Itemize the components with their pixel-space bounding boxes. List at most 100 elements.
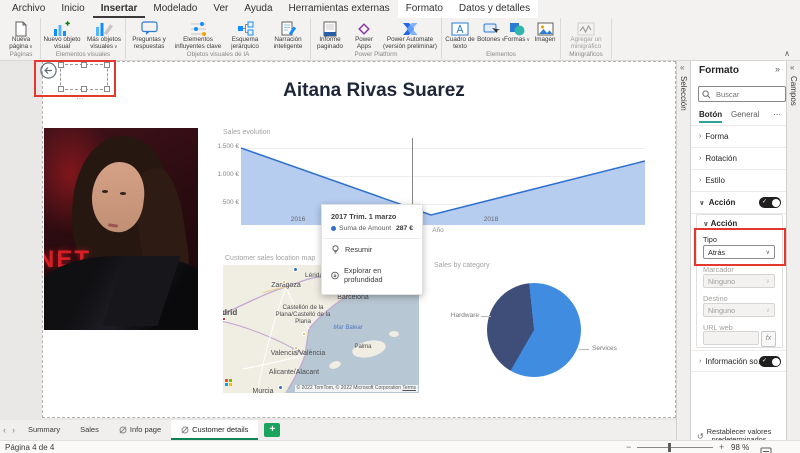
fields-pane-label: Campos: [789, 76, 798, 106]
paginated-report-button[interactable]: Informe paginado: [311, 18, 349, 51]
page-tab-summary[interactable]: Summary: [18, 420, 70, 440]
selection-handle[interactable]: [104, 86, 110, 92]
zoom-slider-thumb[interactable]: [668, 443, 671, 452]
informacion-toggle[interactable]: ✓: [759, 356, 781, 367]
tab-ayuda[interactable]: Ayuda: [236, 0, 280, 18]
pie-chart[interactable]: [487, 283, 581, 377]
shapes-button[interactable]: Formas: [504, 18, 530, 51]
toggle-knob: [772, 358, 780, 366]
subtab-general[interactable]: General: [731, 110, 759, 119]
fit-to-page-icon[interactable]: [760, 443, 772, 453]
tab-archivo[interactable]: Archivo: [4, 0, 53, 18]
pie-leader-line: [579, 349, 589, 350]
tab-inicio[interactable]: Inicio: [53, 0, 92, 18]
page-tab-sales[interactable]: Sales: [70, 420, 109, 440]
section-forma[interactable]: › Forma: [691, 126, 787, 148]
tab-formato[interactable]: Formato: [398, 0, 451, 18]
tab-ver[interactable]: Ver: [205, 0, 236, 18]
format-pane: Formato » Botón General ⋯ › Forma › Rota…: [690, 60, 787, 440]
tab-herramientas-externas[interactable]: Herramientas externas: [281, 0, 398, 18]
section-accion[interactable]: ∨ Acción ✓: [691, 192, 787, 214]
prev-page-arrow-icon[interactable]: ‹: [0, 420, 9, 440]
selection-handle[interactable]: [58, 62, 64, 68]
group-elementos: Cuadro de texto Botones Formas Imagen El…: [442, 18, 561, 59]
format-search-box[interactable]: [698, 86, 786, 102]
selection-pane-label: Selección: [679, 76, 688, 111]
section-estilo[interactable]: › Estilo: [691, 170, 787, 192]
chevron-right-icon: ›: [699, 358, 701, 365]
collapse-icon[interactable]: «: [790, 63, 794, 72]
decomposition-tree-button[interactable]: Esquema jerárquico: [224, 18, 266, 51]
collapse-icon[interactable]: «: [680, 63, 684, 72]
chevron-right-icon: ›: [699, 177, 701, 184]
datapoint-tooltip-menu: 2017 Trim. 1 marzo Suma de Amount 287 € …: [321, 204, 423, 295]
map-label-alicante: Alicante/Alacant: [269, 369, 319, 376]
back-button[interactable]: [40, 62, 58, 80]
search-input[interactable]: [714, 89, 778, 100]
menu-item-drill-down[interactable]: Explorar en profundidad: [322, 260, 422, 290]
more-visuals-label: Más objetos visuales: [83, 37, 125, 51]
toggle-knob: [772, 199, 780, 207]
power-automate-button[interactable]: Power Automate (versión preliminar): [379, 18, 441, 51]
power-apps-button[interactable]: Power Apps: [349, 18, 379, 51]
more-visuals-button[interactable]: Más objetos visuales: [83, 18, 125, 51]
y-tick-1500: 1.500 €: [199, 143, 239, 150]
next-page-arrow-icon[interactable]: ›: [9, 420, 18, 440]
page-tab-info-page[interactable]: Info page: [109, 420, 171, 440]
buttons-button[interactable]: Botones: [478, 18, 504, 51]
expand-pane-icon[interactable]: »: [775, 64, 780, 74]
selection-handle[interactable]: [58, 86, 64, 92]
collapse-ribbon-icon[interactable]: ∧: [784, 49, 790, 58]
selection-handle[interactable]: [81, 62, 87, 68]
zoom-in-icon[interactable]: +: [719, 442, 724, 452]
add-page-button[interactable]: +: [264, 423, 280, 437]
selection-handle[interactable]: [81, 86, 87, 92]
fx-button[interactable]: fx: [761, 331, 776, 347]
customer-photo[interactable]: NET: [44, 128, 198, 330]
map-data-point[interactable]: [294, 346, 298, 350]
tab-datos-y-detalles[interactable]: Datos y detalles: [451, 0, 538, 18]
map-data-point[interactable]: [278, 385, 283, 390]
section-rotacion[interactable]: › Rotación: [691, 148, 787, 170]
zoom-slider-track[interactable]: [637, 447, 713, 448]
zoom-out-icon[interactable]: −: [626, 442, 631, 452]
map-data-point[interactable]: [302, 332, 306, 336]
new-visual-button[interactable]: Nuevo objeto visual: [41, 18, 83, 51]
accion-toggle[interactable]: ✓: [759, 197, 781, 208]
page-tab-bar: ‹ › Summary Sales Info page Customer det…: [0, 420, 676, 440]
map-data-point[interactable]: [293, 267, 298, 272]
group-label-minigraficos: Minigráficos: [561, 51, 611, 59]
destino-dropdown: Ninguno∨: [703, 303, 775, 317]
area-chart[interactable]: [241, 138, 645, 225]
text-box-button[interactable]: Cuadro de texto: [442, 18, 478, 51]
visual-options-ellipsis[interactable]: ···: [76, 94, 84, 103]
group-elementos-visuales: Nuevo objeto visual Más objetos visuales…: [41, 18, 126, 59]
more-options-icon[interactable]: ⋯: [773, 110, 781, 119]
subtab-boton[interactable]: Botón: [699, 110, 722, 123]
image-button[interactable]: Imagen: [530, 18, 560, 51]
map-data-point[interactable]: [282, 280, 286, 284]
map-label-murcia: Murcia: [252, 388, 273, 393]
report-page[interactable]: Aitana Rivas Suarez NET Sales evolution …: [42, 61, 676, 418]
page-tab-customer-details[interactable]: Customer details: [171, 420, 258, 440]
pie-chart-title: Sales by category: [434, 262, 490, 269]
selection-bounding-box[interactable]: [60, 64, 108, 90]
qa-button[interactable]: Preguntas y respuestas: [126, 18, 172, 51]
selection-pane-strip[interactable]: « Selección: [676, 60, 691, 440]
report-canvas[interactable]: Aitana Rivas Suarez NET Sales evolution …: [0, 60, 676, 420]
selection-handle[interactable]: [104, 62, 110, 68]
tab-modelado[interactable]: Modelado: [145, 0, 205, 18]
fields-pane-strip[interactable]: « Campos: [786, 60, 800, 440]
tooltip-header: 2017 Trim. 1 marzo: [322, 212, 422, 221]
more-visuals-icon: [95, 20, 113, 37]
map-terms-link[interactable]: Terms: [402, 385, 416, 391]
menu-item-resumir[interactable]: Resumir: [322, 239, 422, 260]
smart-narrative-button[interactable]: Narración inteligente: [266, 18, 310, 51]
map-data-point[interactable]: [223, 317, 226, 321]
group-power-platform: Informe paginado Power Apps Power Automa…: [311, 18, 442, 59]
key-influencers-button[interactable]: Elementos influyentes clave: [172, 18, 224, 51]
new-page-button[interactable]: Nueva página: [2, 18, 40, 51]
tooltip-series-value: 287 €: [396, 225, 413, 232]
section-informacion[interactable]: › Información so... ✓: [691, 350, 787, 372]
tab-insertar[interactable]: Insertar: [93, 0, 146, 18]
